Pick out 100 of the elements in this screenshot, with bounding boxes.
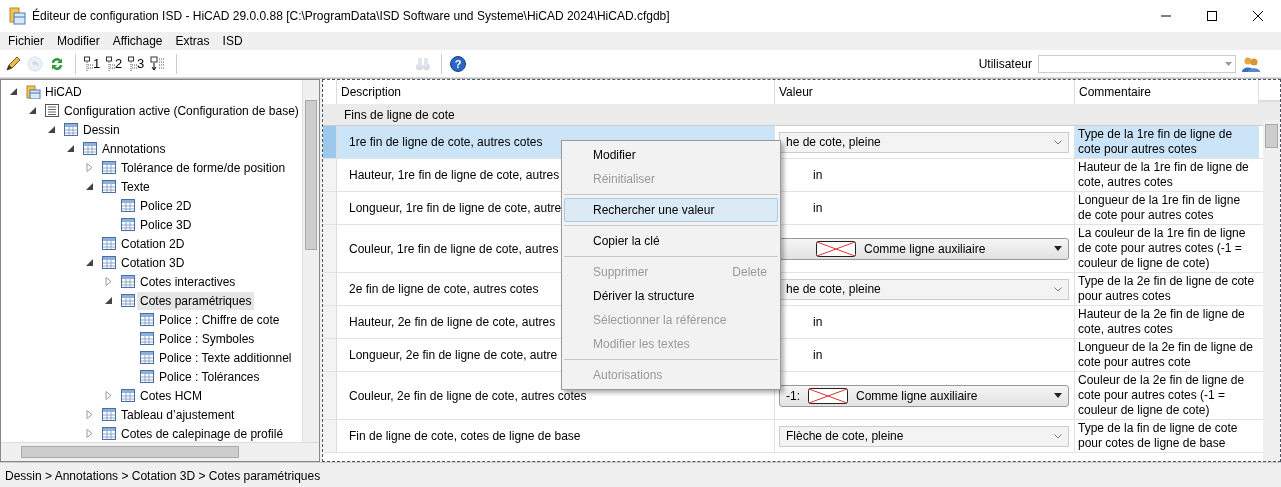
grid-scrollbar[interactable] bbox=[1263, 120, 1280, 461]
table-icon bbox=[140, 350, 155, 365]
color-swatch-icon bbox=[816, 240, 856, 257]
table-icon bbox=[121, 198, 136, 213]
table-cell-text: in bbox=[812, 200, 823, 217]
table-cell-text: Hauteur, 1re fin de ligne de cote, autres bbox=[349, 167, 560, 184]
table-icon bbox=[64, 122, 79, 137]
list-icon bbox=[45, 103, 60, 118]
collapse-arrow-icon[interactable] bbox=[66, 144, 75, 153]
tree-item[interactable]: Police : Symboles bbox=[156, 329, 258, 348]
color-dropdown[interactable]: -1: Comme ligne auxiliaire bbox=[779, 384, 1069, 407]
table-cell-text: Longueur, 2e fin de ligne de cote, autre bbox=[349, 347, 558, 364]
tree-item[interactable]: Cotes interactives bbox=[137, 272, 239, 291]
menu-item[interactable]: Extras bbox=[167, 32, 215, 50]
color-swatch-icon bbox=[808, 387, 848, 404]
column-header[interactable]: Commentaire bbox=[1075, 80, 1259, 104]
folder-icon bbox=[26, 84, 41, 99]
tree-item[interactable]: Cotation 3D bbox=[118, 253, 188, 272]
row-header[interactable] bbox=[323, 126, 337, 158]
level-button[interactable]: 2 bbox=[104, 52, 126, 75]
menu-item[interactable]: ISD bbox=[214, 32, 248, 50]
table-icon bbox=[140, 369, 155, 384]
close-icon[interactable] bbox=[1253, 11, 1263, 21]
tree-item[interactable]: Police : Chiffre de cote bbox=[156, 310, 283, 329]
tree-item[interactable]: Police 2D bbox=[137, 196, 195, 215]
table-icon bbox=[121, 388, 136, 403]
table-cell-text: La couleur de la 1re fin de ligne de cote pour autres cotes (-1 = couleur de ligne de cote) bbox=[1077, 225, 1247, 272]
tree-item[interactable]: HiCAD bbox=[42, 82, 85, 101]
tree-item[interactable]: Police 3D bbox=[137, 215, 195, 234]
table-icon bbox=[102, 179, 117, 194]
table-icon bbox=[121, 274, 136, 289]
tree-item[interactable]: Configuration active (Configuration de base) bbox=[61, 101, 302, 120]
column-header[interactable]: Description bbox=[337, 80, 775, 104]
collapse-arrow-icon[interactable] bbox=[28, 106, 37, 115]
users-icon[interactable] bbox=[1242, 55, 1260, 72]
tree-item[interactable]: Cotes paramétriques bbox=[137, 291, 255, 310]
collapse-arrow-icon[interactable] bbox=[104, 296, 113, 305]
menu-item[interactable]: Dériver la structure bbox=[564, 284, 778, 308]
table-icon bbox=[102, 160, 117, 175]
tree-item[interactable]: Annotations bbox=[99, 139, 169, 158]
menu-item[interactable]: Fichier bbox=[0, 32, 49, 50]
pencil-icon bbox=[5, 55, 21, 72]
tree-item[interactable]: Tolérance de forme/de position bbox=[118, 158, 289, 177]
value-dropdown[interactable]: Flèche de cote, pleine bbox=[779, 425, 1069, 447]
level-button[interactable]: 3 bbox=[126, 52, 148, 75]
collapse-arrow-icon[interactable] bbox=[9, 87, 18, 96]
menu-item[interactable]: Modifier bbox=[564, 143, 778, 167]
expand-arrow-icon[interactable] bbox=[104, 277, 113, 286]
column-header[interactable]: Valeur bbox=[775, 80, 1075, 104]
expand-arrow-icon[interactable] bbox=[85, 163, 94, 172]
chevron-icon bbox=[1054, 433, 1062, 439]
table-icon bbox=[140, 331, 155, 346]
table-cell: Type de la 1re fin de ligne de cote pour autres cotes bbox=[1075, 126, 1259, 158]
tree-scrollbar[interactable] bbox=[302, 80, 319, 442]
binoculars-icon bbox=[415, 55, 431, 72]
user-dropdown[interactable] bbox=[1038, 54, 1236, 73]
undo-icon bbox=[27, 55, 43, 72]
menu-item[interactable]: Affichage bbox=[104, 32, 168, 50]
collapse-arrow-icon[interactable] bbox=[85, 182, 94, 191]
table-icon bbox=[140, 312, 155, 327]
tree-item[interactable]: Police : Texte additionnel bbox=[156, 348, 295, 367]
color-dropdown[interactable]: Comme ligne auxiliaire bbox=[779, 237, 1069, 260]
tree-item[interactable]: Tableau d’ajustement bbox=[118, 405, 238, 424]
table-cell-text: Longueur, 1re fin de ligne de cote, autre bbox=[349, 200, 562, 217]
tree-item[interactable]: Cotes HCM bbox=[137, 386, 205, 405]
level-button[interactable]: 1 bbox=[82, 52, 104, 75]
table-icon bbox=[102, 236, 117, 251]
expand-levels-icon bbox=[150, 55, 166, 72]
tree-horizontal-scrollbar[interactable] bbox=[1, 442, 319, 461]
tree-item[interactable]: Cotation 2D bbox=[118, 234, 188, 253]
maximize-icon[interactable] bbox=[1207, 11, 1217, 21]
expand-arrow-icon[interactable] bbox=[85, 410, 94, 419]
app-icon bbox=[8, 7, 26, 25]
tree-item[interactable]: Dessin bbox=[80, 120, 123, 139]
table-icon bbox=[102, 255, 117, 270]
table-cell-text: Hauteur de la 1re fin de ligne de cote, autres cotes bbox=[1077, 159, 1250, 191]
tree-item[interactable]: Police : Tolérances bbox=[156, 367, 263, 386]
table-cell-text: Longueur de la 1re fin de ligne de cote pour autres cotes bbox=[1077, 192, 1242, 224]
table-icon bbox=[102, 426, 117, 441]
list-icon bbox=[84, 55, 93, 72]
table-cell-text: Couleur de la 2e fin de ligne de cote pour autres cotes (-1 = couleur de ligne de cote) bbox=[1077, 372, 1246, 419]
value-dropdown[interactable]: he de cote, pleine bbox=[779, 278, 1069, 300]
table-cell-text: Hauteur de la 2e fin de ligne de cote, autres cotes bbox=[1077, 306, 1246, 338]
table-icon bbox=[121, 217, 136, 232]
list-icon bbox=[128, 55, 137, 72]
menu-item[interactable]: Copier la clé bbox=[564, 229, 778, 253]
menu-item[interactable]: Modifier bbox=[49, 32, 105, 50]
table-cell-text: Couleur, 1re fin de ligne de cote, autres bbox=[349, 240, 559, 258]
table-cell-text: Hauteur, 2e fin de ligne de cote, autres bbox=[349, 314, 556, 331]
tree-item[interactable]: Cotes de calepinage de profilé bbox=[118, 424, 287, 442]
status-text: Dessin > Annotations > Cotation 3D > Cotes paramétriques bbox=[5, 469, 321, 483]
value-dropdown[interactable]: he de cote, pleine bbox=[779, 131, 1069, 153]
collapse-arrow-icon[interactable] bbox=[85, 258, 94, 267]
collapse-arrow-icon[interactable] bbox=[47, 125, 56, 134]
table-cell-text: 2e fin de ligne de cote, autres cotes bbox=[349, 281, 539, 298]
expand-arrow-icon[interactable] bbox=[85, 429, 94, 438]
caret-icon bbox=[1054, 393, 1062, 398]
expand-arrow-icon[interactable] bbox=[104, 391, 113, 400]
menu-item[interactable]: Rechercher une valeur bbox=[564, 198, 778, 222]
tree-item[interactable]: Texte bbox=[118, 177, 153, 196]
